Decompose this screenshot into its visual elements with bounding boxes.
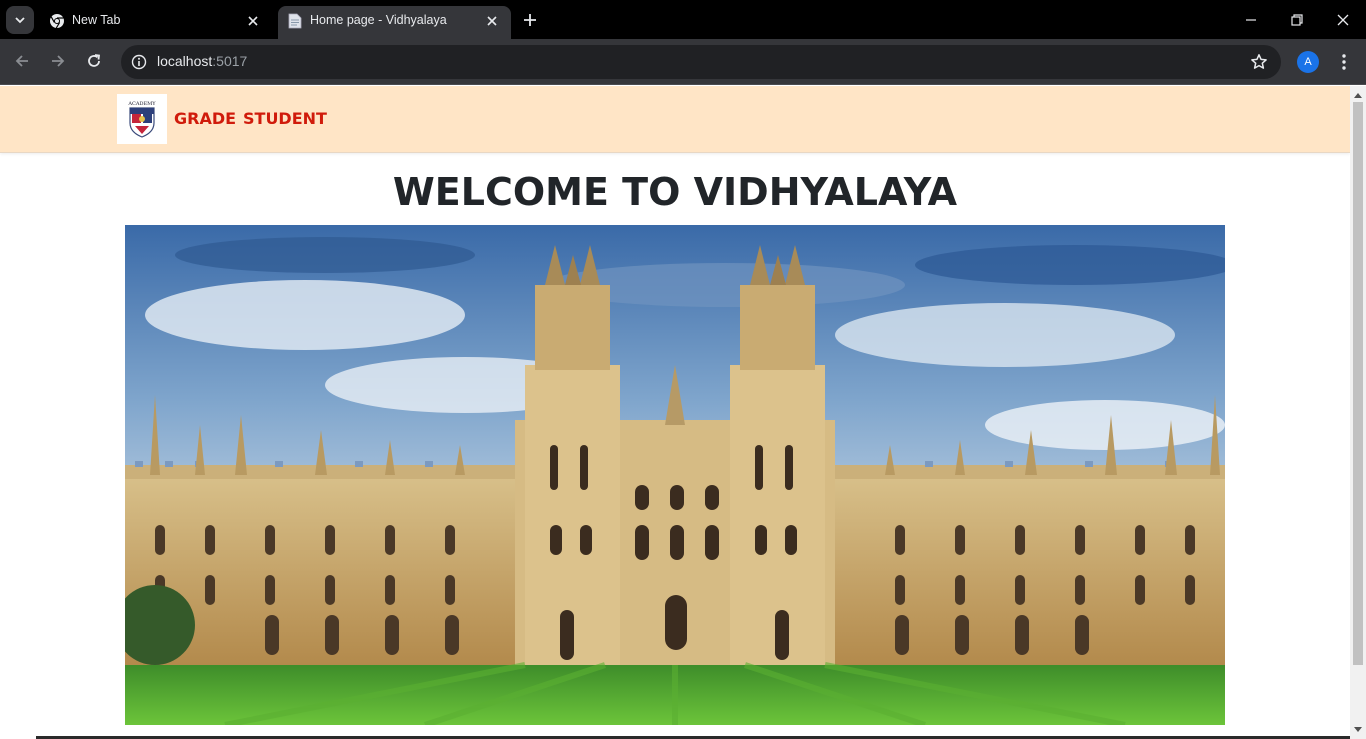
address-bar[interactable]: localhost:5017 xyxy=(121,45,1281,79)
chevron-down-icon xyxy=(15,17,25,24)
more-vert-icon xyxy=(1342,54,1346,70)
tab-title: New Tab xyxy=(72,13,121,27)
hero-image xyxy=(125,225,1225,725)
new-tab-button[interactable] xyxy=(518,8,542,32)
minimize-button[interactable] xyxy=(1228,0,1274,39)
academy-logo[interactable]: ACADEMY xyxy=(117,94,167,144)
profile-avatar[interactable]: A xyxy=(1297,51,1319,73)
nav-link-student[interactable]: STUDENT xyxy=(243,109,327,128)
restore-button[interactable] xyxy=(1274,0,1320,39)
back-button[interactable] xyxy=(7,46,37,76)
close-icon[interactable] xyxy=(483,12,501,30)
tab-search-button[interactable] xyxy=(6,6,34,34)
arrow-left-icon xyxy=(15,55,28,67)
page-icon xyxy=(287,13,303,29)
close-window-button[interactable] xyxy=(1320,0,1366,39)
arrow-right-icon xyxy=(52,55,65,67)
browser-toolbar: localhost:5017 A xyxy=(0,39,1366,85)
url-port: :5017 xyxy=(212,53,248,69)
reload-button[interactable] xyxy=(79,46,109,76)
minimize-icon xyxy=(1246,18,1256,21)
url-text: localhost:5017 xyxy=(157,53,247,69)
nav-link-grade[interactable]: GRADE xyxy=(174,109,236,128)
tab-home-page[interactable]: Home page - Vidhyalaya xyxy=(278,6,511,39)
plus-icon xyxy=(524,14,536,26)
browser-tab-strip: New Tab Home page - Vidhyalaya xyxy=(0,0,1366,39)
forward-button[interactable] xyxy=(43,46,73,76)
logo-text: ACADEMY xyxy=(127,101,156,107)
url-host: localhost xyxy=(157,53,213,69)
scroll-up-arrow-icon[interactable] xyxy=(1350,88,1366,102)
page-viewport: ACADEMY GRADE STUDENT WELCOME TO VIDHYAL… xyxy=(0,86,1350,739)
chrome-icon xyxy=(49,13,65,29)
close-icon[interactable] xyxy=(244,12,262,30)
browser-menu-button[interactable] xyxy=(1332,49,1356,75)
scroll-down-arrow-icon[interactable] xyxy=(1350,723,1366,737)
profile-initial: A xyxy=(1304,56,1312,68)
site-navbar: ACADEMY GRADE STUDENT xyxy=(0,86,1350,153)
reload-icon xyxy=(88,54,101,67)
site-info-icon[interactable] xyxy=(129,52,149,72)
tab-title: Home page - Vidhyalaya xyxy=(310,13,447,27)
scrollbar-thumb[interactable] xyxy=(1353,102,1363,665)
close-icon xyxy=(1337,14,1349,25)
restore-icon xyxy=(1291,13,1303,26)
page-title: WELCOME TO VIDHYALAYA xyxy=(392,170,958,214)
bookmark-star-icon[interactable] xyxy=(1249,52,1269,72)
page-scrollbar[interactable] xyxy=(1350,86,1366,739)
tab-new-tab[interactable]: New Tab xyxy=(40,6,272,39)
